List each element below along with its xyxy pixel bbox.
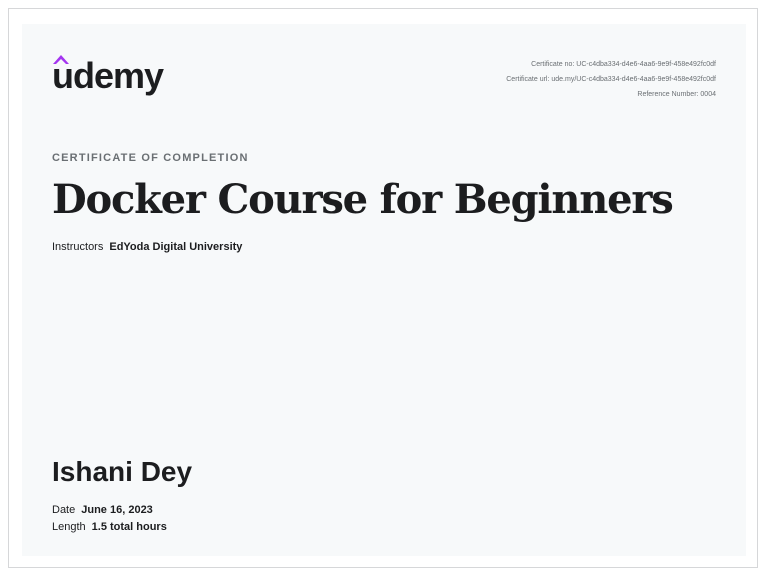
certificate-url[interactable]: Certificate url: ude.my/UC-c4dba334-d4e6…: [506, 72, 716, 87]
svg-text:udemy: udemy: [52, 55, 164, 96]
length-value: 1.5 total hours: [91, 521, 167, 533]
udemy-logo: udemy: [52, 55, 165, 96]
instructors-label: Instructors: [52, 241, 104, 253]
date-row: Date June 16, 2023: [52, 504, 153, 516]
certificate-number: Certificate no: UC-c4dba334-d4e6-4aa6-9e…: [531, 61, 716, 68]
course-title: Docker Course for Beginners: [52, 176, 674, 223]
date-label: Date: [52, 504, 76, 516]
certificate-meta: Certificate no: UC-c4dba334-d4e6-4aa6-9e…: [506, 57, 716, 102]
length-row: Length 1.5 total hours: [52, 521, 167, 533]
instructors-row: Instructors EdYoda Digital University: [52, 241, 242, 253]
instructors-value: EdYoda Digital University: [109, 241, 243, 253]
length-label: Length: [52, 521, 86, 533]
certificate-kicker: CERTIFICATE OF COMPLETION: [52, 152, 249, 164]
recipient-name: Ishani Dey: [52, 456, 193, 487]
reference-number: Reference Number: 0004: [637, 91, 716, 98]
date-value: June 16, 2023: [81, 504, 153, 516]
